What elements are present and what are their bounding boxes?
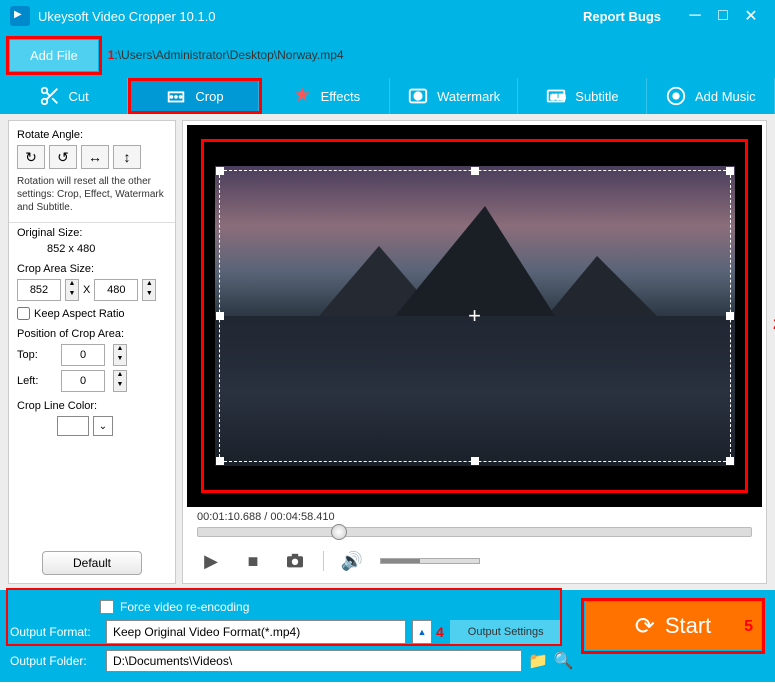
crop-line-color-dropdown[interactable]: ⌄ — [93, 416, 113, 436]
seek-slider[interactable] — [197, 527, 752, 537]
tab-watermark[interactable]: Watermark — [390, 78, 518, 114]
tab-effects[interactable]: Effects — [262, 78, 390, 114]
svg-text:SUB: SUB — [551, 93, 566, 102]
crop-settings-panel: Rotate Angle: ↻ ↺ ↔ ↕ Rotation will rese… — [8, 120, 176, 584]
crop-area-size-label: Crop Area Size: — [17, 263, 167, 275]
tab-add-music[interactable]: Add Music — [647, 78, 775, 114]
flip-vertical-button[interactable]: ↕ — [113, 145, 141, 169]
crop-position-label: Position of Crop Area: — [17, 328, 167, 340]
scissors-icon — [39, 85, 61, 107]
force-reencode-checkbox[interactable] — [100, 600, 114, 614]
play-button[interactable]: ▶ — [197, 547, 225, 575]
output-folder-label: Output Folder: — [10, 654, 100, 668]
crop-width-spinner[interactable]: ▲▼ — [65, 279, 79, 301]
crop-handle-bl[interactable] — [216, 457, 224, 465]
output-folder-input[interactable] — [106, 650, 522, 672]
annotation-marker-5: 5 — [744, 618, 753, 636]
effects-icon — [291, 85, 313, 107]
crop-handle-tr[interactable] — [726, 167, 734, 175]
crop-handle-mr[interactable] — [726, 312, 734, 320]
crop-height-spinner[interactable]: ▲▼ — [142, 279, 156, 301]
crop-handle-tl[interactable] — [216, 167, 224, 175]
crop-handle-br[interactable] — [726, 457, 734, 465]
crop-top-input[interactable] — [61, 344, 105, 366]
timecode: 00:01:10.688 / 00:04:58.410 — [187, 507, 762, 527]
crop-icon — [165, 85, 187, 107]
subtitle-icon: SUB — [545, 85, 567, 107]
watermark-icon — [407, 85, 429, 107]
crop-rectangle[interactable]: + — [219, 170, 731, 462]
app-logo-icon — [10, 6, 30, 26]
start-button[interactable]: ⟳ Start — [585, 602, 761, 650]
crop-width-input[interactable] — [17, 279, 61, 301]
main-area: Rotate Angle: ↻ ↺ ↔ ↕ Rotation will rese… — [0, 114, 775, 590]
original-size-label: Original Size: — [17, 227, 167, 239]
file-path: 1:\Users\Administrator\Desktop\Norway.mp… — [108, 48, 344, 62]
volume-icon[interactable]: 🔊 — [338, 547, 366, 575]
music-icon — [665, 85, 687, 107]
close-button[interactable]: ✕ — [737, 6, 765, 26]
crop-handle-bm[interactable] — [471, 457, 479, 465]
original-size-value: 852 x 480 — [17, 243, 167, 255]
titlebar: Ukeysoft Video Cropper 10.1.0 Report Bug… — [0, 0, 775, 32]
keep-aspect-label: Keep Aspect Ratio — [34, 308, 125, 320]
seek-thumb[interactable] — [331, 524, 347, 540]
annotation-marker-4: 4 — [436, 624, 444, 640]
flip-horizontal-button[interactable]: ↔ — [81, 145, 109, 169]
output-format-dropdown[interactable]: ▲ — [412, 620, 432, 644]
crop-handle-tm[interactable] — [471, 167, 479, 175]
crop-height-input[interactable] — [94, 279, 138, 301]
maximize-button[interactable]: □ — [709, 7, 737, 25]
add-file-button[interactable]: Add File — [10, 40, 98, 71]
crop-handle-ml[interactable] — [216, 312, 224, 320]
rotate-note: Rotation will reset all the other settin… — [17, 175, 167, 214]
tab-cut[interactable]: Cut — [0, 78, 128, 114]
volume-slider[interactable] — [380, 558, 480, 564]
crop-left-input[interactable] — [61, 370, 105, 392]
crop-left-spinner[interactable]: ▲▼ — [113, 370, 127, 392]
tab-subtitle[interactable]: SUB Subtitle — [518, 78, 646, 114]
top-label: Top: — [17, 349, 53, 361]
preview-panel: + 2 00:01:10.688 / 00:04:58.410 ▶ ■ 🔊 — [182, 120, 767, 584]
force-reencode-label: Force video re-encoding — [120, 600, 249, 614]
crop-line-color-label: Crop Line Color: — [17, 400, 167, 412]
open-folder-icon[interactable]: 🔍 — [554, 651, 574, 671]
minimize-button[interactable]: ─ — [681, 7, 709, 25]
tab-crop[interactable]: Crop — [131, 81, 258, 111]
output-format-input[interactable] — [106, 620, 406, 644]
stop-button[interactable]: ■ — [239, 547, 267, 575]
refresh-icon: ⟳ — [635, 612, 655, 641]
left-label: Left: — [17, 375, 53, 387]
app-title: Ukeysoft Video Cropper 10.1.0 — [38, 9, 583, 24]
file-bar: Add File 1:\Users\Administrator\Desktop\… — [0, 32, 775, 78]
browse-folder-icon[interactable]: 📁 — [528, 651, 548, 671]
keep-aspect-checkbox[interactable] — [17, 307, 30, 320]
snapshot-button[interactable] — [281, 547, 309, 575]
rotate-cw-button[interactable]: ↻ — [17, 145, 45, 169]
rotate-angle-label: Rotate Angle: — [17, 129, 167, 141]
video-preview[interactable]: + 2 — [187, 125, 762, 507]
default-button[interactable]: Default — [42, 551, 142, 575]
crop-center-icon: + — [468, 303, 481, 329]
tab-bar: Cut Crop Effects Watermark SUB Subtitle … — [0, 78, 775, 114]
crop-top-spinner[interactable]: ▲▼ — [113, 344, 127, 366]
crop-line-color-swatch — [57, 416, 89, 436]
rotate-ccw-button[interactable]: ↺ — [49, 145, 77, 169]
output-settings-button[interactable]: Output Settings — [450, 620, 562, 644]
output-format-label: Output Format: — [10, 625, 100, 639]
report-bugs-link[interactable]: Report Bugs — [583, 9, 661, 24]
